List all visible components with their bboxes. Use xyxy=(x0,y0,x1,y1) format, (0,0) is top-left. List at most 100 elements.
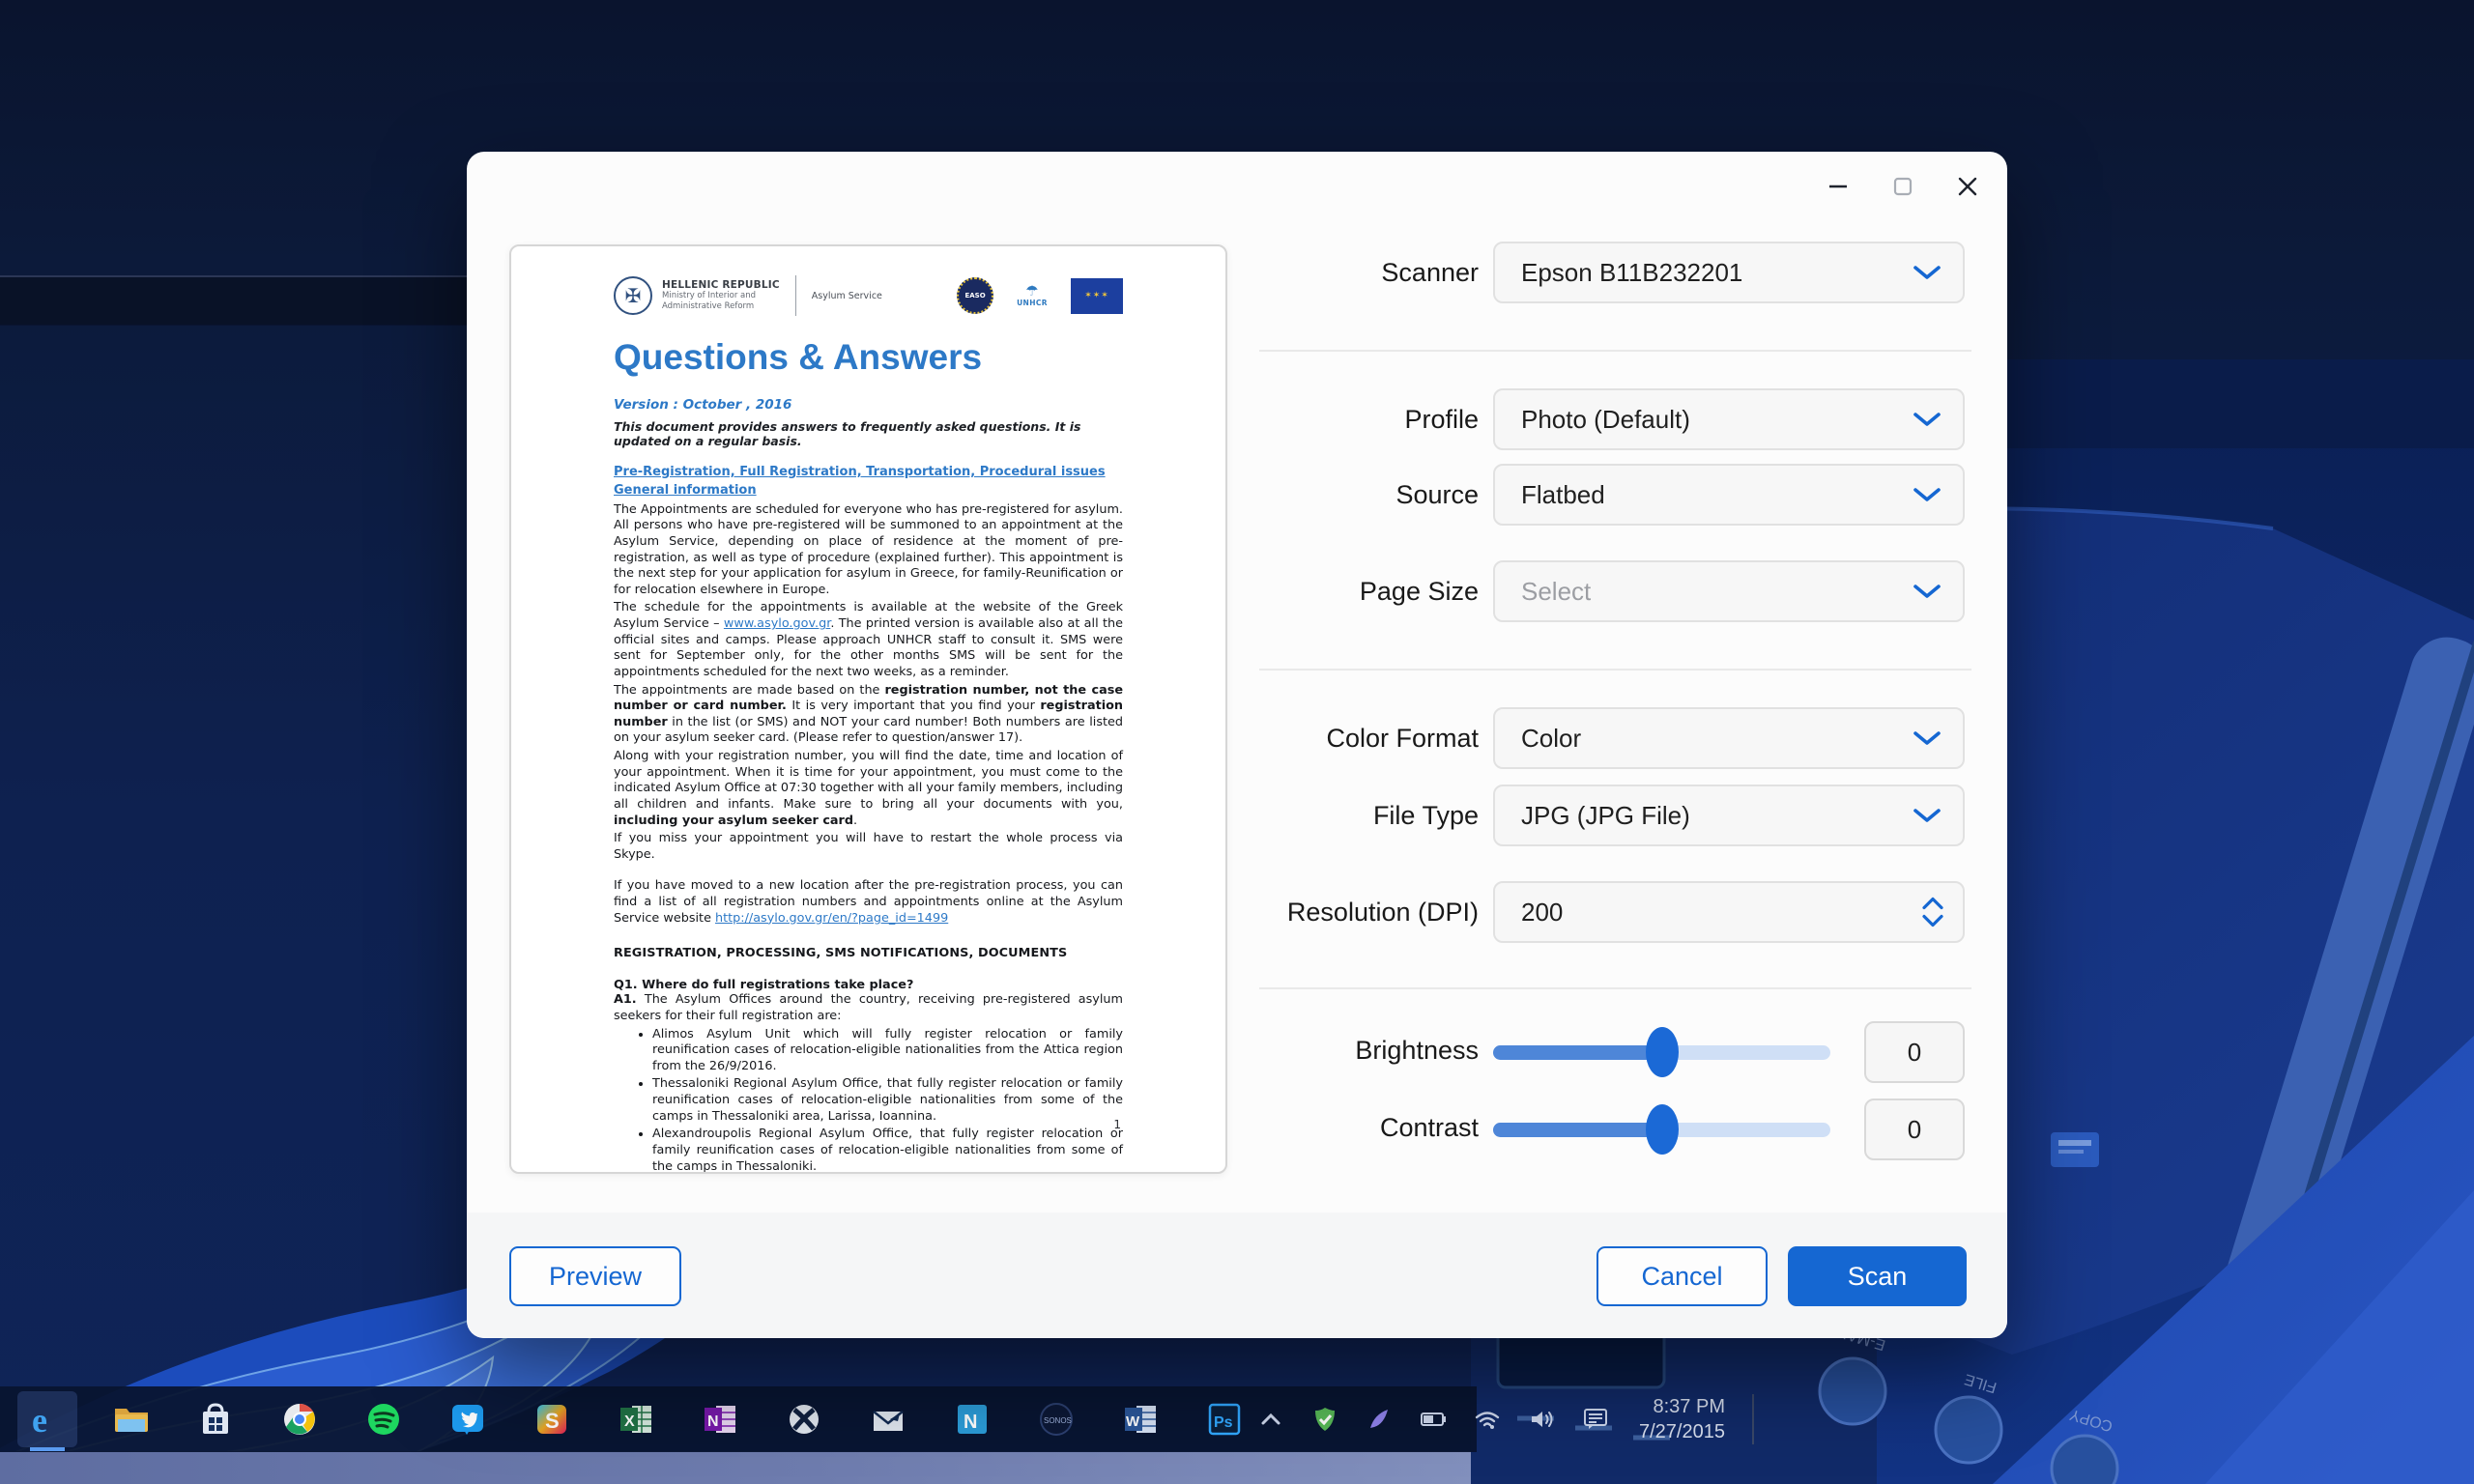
chevron-down-icon xyxy=(1913,264,1942,281)
page-size-label: Page Size xyxy=(1073,577,1479,607)
brightness-slider[interactable] xyxy=(1493,1027,1830,1077)
battery-icon[interactable] xyxy=(1417,1403,1450,1436)
chevron-down-icon xyxy=(1913,583,1942,600)
volume-icon[interactable] xyxy=(1525,1403,1558,1436)
document-bullet: Alexandroupolis Regional Asylum Office, … xyxy=(652,1127,1123,1174)
color-format-dropdown[interactable]: Color xyxy=(1493,707,1965,769)
cancel-button[interactable]: Cancel xyxy=(1597,1246,1768,1306)
edge-icon[interactable]: e xyxy=(17,1391,77,1447)
taskbar-clock[interactable]: 8:37 PM 7/27/2015 xyxy=(1633,1394,1731,1444)
svg-text:Ps: Ps xyxy=(1214,1414,1233,1431)
section-divider xyxy=(1259,350,1971,352)
org-name: HELLENIC REPUBLIC xyxy=(662,279,780,291)
chevron-down-icon xyxy=(1913,486,1942,503)
scanner-label: Scanner xyxy=(1073,258,1479,288)
document-bullet-list: Alimos Asylum Unit which will fully regi… xyxy=(652,1027,1123,1174)
maximize-button[interactable] xyxy=(1880,165,1925,208)
document-bullet: Alimos Asylum Unit which will fully regi… xyxy=(652,1027,1123,1075)
microsoft-store-icon[interactable] xyxy=(186,1391,245,1447)
desktop: E-MAIL FILE COPY e xyxy=(0,0,2474,1484)
document-paragraph: The appointments are made based on the r… xyxy=(614,683,1123,748)
brightness-value[interactable]: 0 xyxy=(1864,1021,1965,1083)
word-icon[interactable]: W xyxy=(1110,1391,1170,1447)
document-page: ✠ HELLENIC REPUBLIC Ministry of Interior… xyxy=(511,246,1225,1172)
window-controls xyxy=(1815,165,1990,208)
xbox-icon[interactable] xyxy=(774,1391,834,1447)
contrast-value[interactable]: 0 xyxy=(1864,1099,1965,1160)
document-paragraph: If you miss your appointment you will ha… xyxy=(614,831,1123,863)
file-explorer-icon[interactable] xyxy=(101,1391,161,1447)
easo-logo-icon: EASO xyxy=(957,277,993,314)
scan-button[interactable]: Scan xyxy=(1788,1246,1967,1306)
hellenic-emblem-icon: ✠ xyxy=(614,276,652,315)
security-shield-icon[interactable] xyxy=(1309,1403,1341,1436)
notifications-icon[interactable] xyxy=(1579,1403,1612,1436)
excel-icon[interactable]: X xyxy=(606,1391,666,1447)
dept-label: Asylum Service xyxy=(812,291,882,301)
slider-fill xyxy=(1493,1045,1662,1060)
resolution-label: Resolution (DPI) xyxy=(1073,898,1479,928)
contrast-label: Contrast xyxy=(1073,1113,1479,1143)
unhcr-logo-icon: ☂ UNHCR xyxy=(1017,284,1048,307)
document-paragraph: The schedule for the appointments is ava… xyxy=(614,600,1123,680)
clock-time: 8:37 PM xyxy=(1639,1394,1725,1419)
header-divider xyxy=(795,275,796,316)
document-link-heading-1: Pre-Registration, Full Registration, Tra… xyxy=(614,464,1123,482)
document-version: Version : October , 2016 xyxy=(614,397,1123,413)
org-sub1: Ministry of Interior and xyxy=(662,291,780,301)
taskbar: e S X N xyxy=(0,1386,1477,1452)
spinner-arrows[interactable] xyxy=(1922,898,1943,928)
spotify-icon[interactable] xyxy=(354,1391,414,1447)
show-hidden-icons-chevron[interactable] xyxy=(1254,1403,1287,1436)
slider-thumb[interactable] xyxy=(1646,1027,1679,1077)
svg-text:X: X xyxy=(624,1413,635,1430)
document-header: ✠ HELLENIC REPUBLIC Ministry of Interior… xyxy=(614,275,1123,316)
notion-icon[interactable]: N xyxy=(942,1391,1002,1447)
close-button[interactable] xyxy=(1944,165,1990,208)
slider-fill xyxy=(1493,1123,1662,1137)
profile-label: Profile xyxy=(1073,405,1479,435)
twitter-icon[interactable] xyxy=(438,1391,498,1447)
sonos-icon[interactable]: SONOS xyxy=(1026,1391,1086,1447)
source-dropdown[interactable]: Flatbed xyxy=(1493,464,1965,526)
clock-date: 7/27/2015 xyxy=(1639,1419,1725,1444)
svg-text:W: W xyxy=(1126,1413,1140,1430)
source-label: Source xyxy=(1073,480,1479,510)
profile-dropdown[interactable]: Photo (Default) xyxy=(1493,388,1965,450)
document-title: Questions & Answers xyxy=(614,337,1123,378)
wifi-icon[interactable] xyxy=(1471,1403,1504,1436)
document-question-1: Q1. Where do full registrations take pla… xyxy=(614,978,1123,992)
mail-icon[interactable] xyxy=(858,1391,918,1447)
photoshop-icon[interactable]: Ps xyxy=(1194,1391,1254,1447)
brightness-label: Brightness xyxy=(1073,1036,1479,1066)
minimize-button[interactable] xyxy=(1815,165,1860,208)
pen-icon[interactable] xyxy=(1363,1403,1395,1436)
onenote-icon[interactable]: N xyxy=(690,1391,750,1447)
document-paragraph: The Appointments are scheduled for every… xyxy=(614,502,1123,599)
scan-dialog: ✠ HELLENIC REPUBLIC Ministry of Interior… xyxy=(467,152,2007,1338)
document-paragraph: Along with your registration number, you… xyxy=(614,749,1123,829)
page-size-dropdown[interactable]: Select xyxy=(1493,560,1965,622)
slider-thumb[interactable] xyxy=(1646,1104,1679,1155)
resolution-spinner[interactable]: 200 xyxy=(1493,881,1965,943)
section-divider xyxy=(1259,669,1971,671)
org-sub2: Administrative Reform xyxy=(662,301,780,312)
taskbar-icons: e S X N xyxy=(0,1391,1254,1447)
chevron-down-icon xyxy=(1913,411,1942,428)
chevron-up-icon xyxy=(1922,898,1943,910)
document-answer-1: A1. The Asylum Offices around the countr… xyxy=(614,992,1123,1024)
contrast-slider[interactable] xyxy=(1493,1104,1830,1155)
slack-icon[interactable]: S xyxy=(522,1391,582,1447)
svg-text:N: N xyxy=(964,1412,977,1433)
chevron-down-icon xyxy=(1922,915,1943,928)
preview-button[interactable]: Preview xyxy=(509,1246,681,1306)
chevron-down-icon xyxy=(1913,807,1942,824)
svg-text:S: S xyxy=(545,1409,560,1433)
color-format-label: Color Format xyxy=(1073,724,1479,754)
file-type-dropdown[interactable]: JPG (JPG File) xyxy=(1493,785,1965,846)
svg-text:e: e xyxy=(32,1401,47,1439)
show-desktop-separator[interactable] xyxy=(1752,1394,1754,1444)
scanner-dropdown[interactable]: Epson B11B232201 xyxy=(1493,242,1965,303)
chrome-icon[interactable] xyxy=(270,1391,330,1447)
scan-preview-pane: ✠ HELLENIC REPUBLIC Ministry of Interior… xyxy=(509,244,1227,1174)
